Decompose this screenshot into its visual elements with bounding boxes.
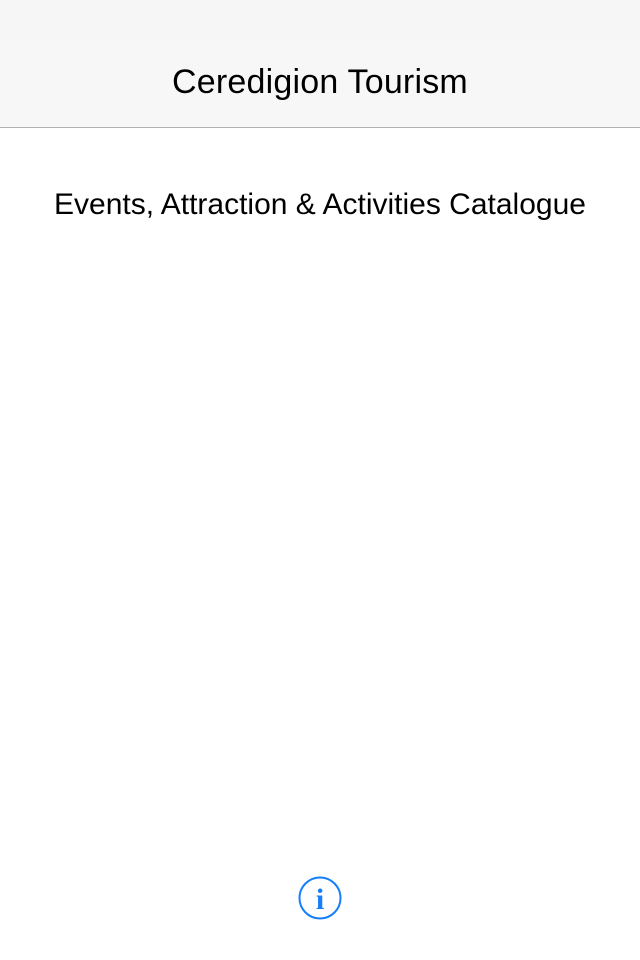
nav-title: Ceredigion Tourism (172, 63, 468, 101)
info-button[interactable]: i (298, 876, 342, 920)
main-content (0, 129, 640, 960)
navigation-bar: Ceredigion Tourism (0, 40, 640, 128)
info-icon: i (298, 876, 342, 920)
info-glyph: i (316, 883, 324, 916)
app-screen: Ceredigion Tourism Events, Attraction & … (0, 0, 640, 960)
catalogue-heading: Events, Attraction & Activities Catalogu… (54, 188, 586, 221)
status-bar (0, 0, 640, 40)
